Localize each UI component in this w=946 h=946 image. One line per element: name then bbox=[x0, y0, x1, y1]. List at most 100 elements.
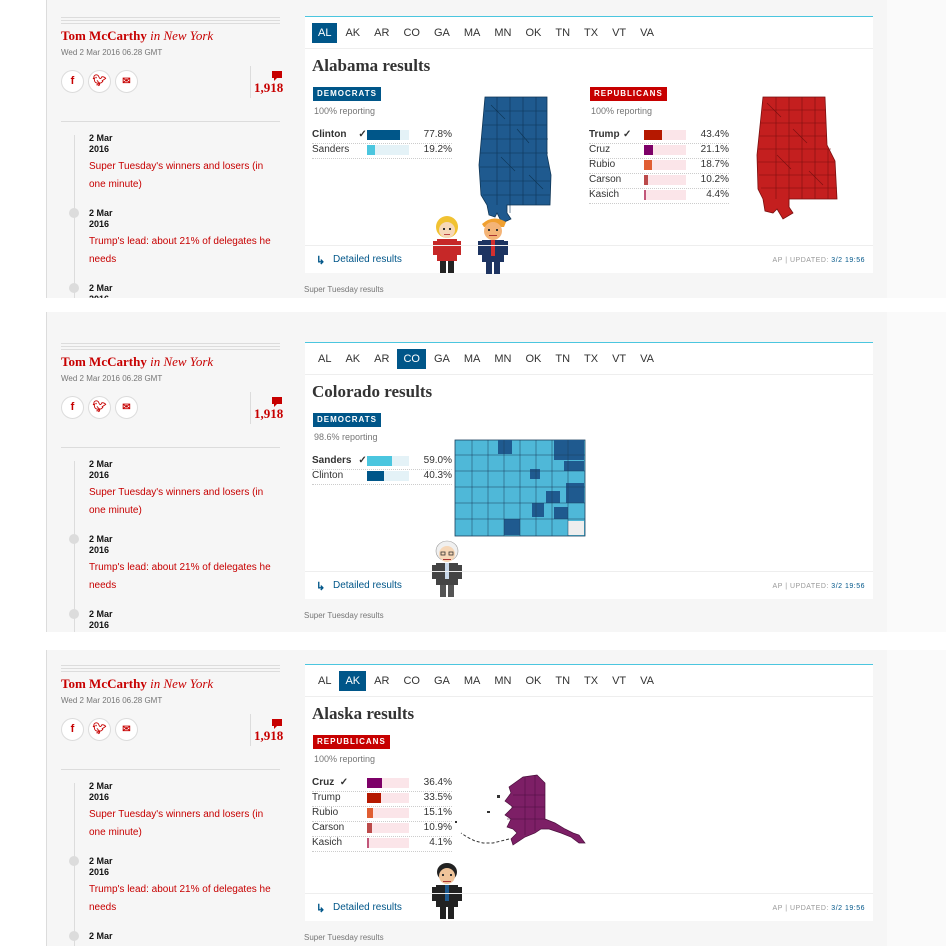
tab-vt[interactable]: VT bbox=[606, 349, 632, 369]
liveblog-panel-colorado: Tom McCarthy in New York Wed 2 Mar 2016 … bbox=[0, 312, 946, 632]
tab-ma[interactable]: MA bbox=[458, 349, 487, 369]
tab-ma[interactable]: MA bbox=[458, 23, 487, 43]
tab-tn[interactable]: TN bbox=[549, 349, 576, 369]
timeline-link-trump-lead[interactable]: Trump's lead: about 21% of delegates he … bbox=[89, 881, 279, 917]
state-tabs: AL AK AR CO GA MA MN OK TN TX VT VA bbox=[312, 671, 662, 693]
results-title: Colorado results bbox=[312, 382, 433, 401]
twitter-share-button[interactable]: 🐦︎ bbox=[88, 718, 111, 741]
tab-ar[interactable]: AR bbox=[368, 349, 395, 369]
tab-tx[interactable]: TX bbox=[578, 671, 604, 691]
tab-mn[interactable]: MN bbox=[488, 671, 517, 691]
vote-bar-track bbox=[367, 823, 409, 833]
vote-bar bbox=[367, 778, 383, 788]
email-share-button[interactable]: ✉ bbox=[115, 396, 138, 419]
tab-ar[interactable]: AR bbox=[368, 23, 395, 43]
results-title: Alabama results bbox=[312, 56, 431, 75]
timeline-date: 2 Mar2016 bbox=[89, 781, 113, 803]
comment-icon bbox=[272, 719, 282, 729]
timeline-link-winners[interactable]: Super Tuesday's winners and losers (in o… bbox=[89, 484, 279, 520]
vote-bar-track bbox=[367, 456, 409, 466]
email-icon: ✉ bbox=[122, 76, 131, 87]
detailed-results-link[interactable]: Detailed results bbox=[333, 580, 402, 591]
vote-bar-track bbox=[367, 145, 409, 155]
timeline-day: 2 Mar bbox=[89, 133, 113, 143]
timeline-link-winners[interactable]: Super Tuesday's winners and losers (in o… bbox=[89, 158, 279, 194]
timeline-day: 2 Mar bbox=[89, 208, 113, 218]
vote-bar-track bbox=[644, 130, 686, 140]
vote-percentage: 4.4% bbox=[706, 189, 729, 200]
tab-ok[interactable]: OK bbox=[519, 349, 547, 369]
tab-ar[interactable]: AR bbox=[368, 671, 395, 691]
tab-va[interactable]: VA bbox=[634, 23, 660, 43]
tab-va[interactable]: VA bbox=[634, 349, 660, 369]
email-share-button[interactable]: ✉ bbox=[115, 70, 138, 93]
tab-ga[interactable]: GA bbox=[428, 23, 456, 43]
timeline-dot bbox=[69, 283, 79, 293]
tab-va[interactable]: VA bbox=[634, 671, 660, 691]
timeline-link-trump-lead[interactable]: Trump's lead: about 21% of delegates he … bbox=[89, 233, 279, 269]
tab-ma[interactable]: MA bbox=[458, 671, 487, 691]
comment-count[interactable]: 1,918 bbox=[254, 406, 283, 422]
tab-co[interactable]: CO bbox=[397, 671, 426, 691]
comment-count[interactable]: 1,918 bbox=[254, 728, 283, 744]
tab-tn[interactable]: TN bbox=[549, 23, 576, 43]
candidate-name: Rubio bbox=[312, 807, 339, 818]
tab-al[interactable]: AL bbox=[312, 349, 337, 369]
tab-mn[interactable]: MN bbox=[488, 349, 517, 369]
tab-vt[interactable]: VT bbox=[606, 671, 632, 691]
publish-date: Wed 2 Mar 2016 06.28 GMT bbox=[61, 374, 163, 383]
byline-author[interactable]: Tom McCarthy in New York bbox=[61, 676, 213, 692]
twitter-icon: 🐦︎ bbox=[92, 723, 107, 735]
tab-mn[interactable]: MN bbox=[488, 23, 517, 43]
state-tabs: AL AK AR CO GA MA MN OK TN TX VT VA bbox=[312, 349, 662, 371]
email-share-button[interactable]: ✉ bbox=[115, 718, 138, 741]
detailed-results-link[interactable]: Detailed results bbox=[333, 254, 402, 265]
winner-check-icon: ✓ bbox=[623, 129, 632, 140]
tab-tn[interactable]: TN bbox=[549, 671, 576, 691]
twitter-share-button[interactable]: 🐦︎ bbox=[88, 396, 111, 419]
facebook-share-button[interactable]: f bbox=[61, 70, 84, 93]
timeline-year: 2016 bbox=[89, 867, 110, 877]
timeline-link-winners[interactable]: Super Tuesday's winners and losers (in o… bbox=[89, 806, 279, 842]
detailed-results-link[interactable]: Detailed results bbox=[333, 902, 402, 913]
timeline-date: 2 Mar2016 bbox=[89, 208, 113, 230]
tab-ak[interactable]: AK bbox=[339, 349, 366, 369]
party-label-democrats: DEMOCRATS bbox=[313, 87, 381, 101]
widget-caption: Super Tuesday results bbox=[304, 611, 384, 620]
twitter-icon: 🐦︎ bbox=[92, 401, 107, 413]
author-name[interactable]: Tom McCarthy bbox=[61, 676, 147, 691]
facebook-share-button[interactable]: f bbox=[61, 396, 84, 419]
tab-tx[interactable]: TX bbox=[578, 349, 604, 369]
comment-count[interactable]: 1,918 bbox=[254, 80, 283, 96]
timeline-link-trump-lead[interactable]: Trump's lead: about 21% of delegates he … bbox=[89, 559, 279, 595]
byline-author[interactable]: Tom McCarthy in New York bbox=[61, 354, 213, 370]
tab-ak[interactable]: AK bbox=[339, 23, 366, 43]
vote-percentage: 59.0% bbox=[423, 455, 452, 466]
byline-author[interactable]: Tom McCarthy in New York bbox=[61, 28, 213, 44]
widget-caption: Super Tuesday results bbox=[304, 933, 384, 942]
twitter-share-button[interactable]: 🐦︎ bbox=[88, 70, 111, 93]
tab-al[interactable]: AL bbox=[312, 671, 337, 691]
author-name[interactable]: Tom McCarthy bbox=[61, 28, 147, 43]
tab-ak[interactable]: AK bbox=[339, 671, 367, 691]
results-widget: AL AK AR CO GA MA MN OK TN TX VT VA Colorado result… bbox=[305, 342, 873, 599]
candidate-row: Cruz 21.1% bbox=[589, 143, 729, 159]
county-clinton bbox=[532, 503, 544, 517]
candidate-name: Cruz bbox=[312, 777, 335, 788]
county-clinton bbox=[504, 519, 520, 535]
candidate-row: Clinton ✓ 77.8% bbox=[312, 128, 452, 144]
author-name[interactable]: Tom McCarthy bbox=[61, 354, 147, 369]
tab-ga[interactable]: GA bbox=[428, 349, 456, 369]
tab-tx[interactable]: TX bbox=[578, 23, 604, 43]
alabama-democrats-map bbox=[478, 96, 552, 224]
byline-divider bbox=[61, 121, 280, 122]
tab-co[interactable]: CO bbox=[397, 23, 426, 43]
vote-bar bbox=[367, 838, 369, 848]
tab-vt[interactable]: VT bbox=[606, 23, 632, 43]
tab-co[interactable]: CO bbox=[397, 349, 426, 369]
tab-ga[interactable]: GA bbox=[428, 671, 456, 691]
tab-al[interactable]: AL bbox=[312, 23, 338, 43]
tab-ok[interactable]: OK bbox=[519, 23, 547, 43]
facebook-share-button[interactable]: f bbox=[61, 718, 84, 741]
tab-ok[interactable]: OK bbox=[519, 671, 547, 691]
